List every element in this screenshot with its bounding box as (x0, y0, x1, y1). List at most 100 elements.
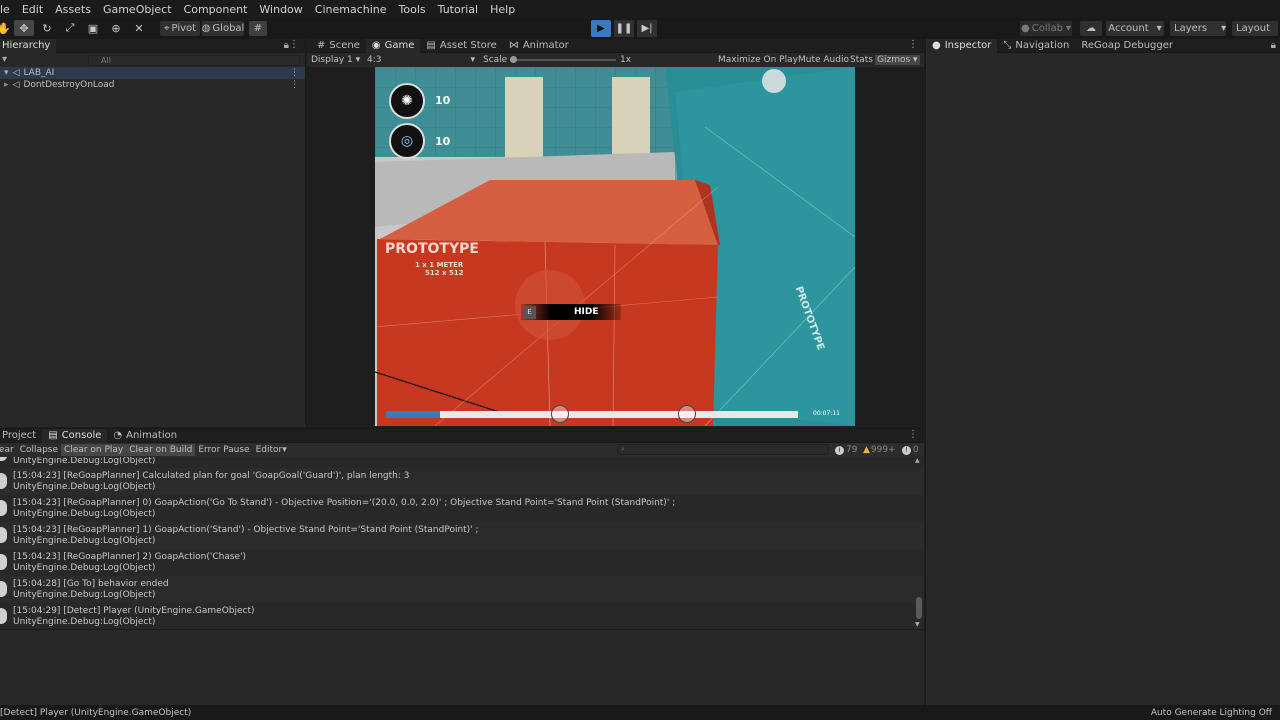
scene-icon: # (317, 40, 326, 51)
menu-tutorial[interactable]: Tutorial (432, 3, 484, 16)
more-options-icon[interactable]: ⋮ (908, 39, 918, 50)
log-line: UnityEngine.Debug:Log(Object) (13, 457, 156, 466)
inspector-panel: ● Inspector ⤡ Navigation ReGoap Debugger 🔒… (925, 38, 1280, 705)
tab-label: Project (2, 430, 37, 441)
scale-tool-icon[interactable]: ⤢ (60, 20, 80, 36)
play-button[interactable]: ▶ (591, 20, 611, 37)
tab-project[interactable]: Project (0, 429, 42, 443)
status-last-log[interactable]: [Detect] Player (UnityEngine.GameObject) (0, 708, 191, 718)
pivot-label: Pivot (171, 23, 197, 34)
menu-window[interactable]: Window (253, 3, 308, 16)
hud-timer: 00:07:11 (813, 410, 840, 417)
tab-label: Console (61, 430, 102, 441)
transform-tool-icon[interactable]: ⊕ (106, 20, 126, 36)
scroll-up-icon[interactable]: ▲ (915, 457, 920, 464)
menu-help[interactable]: Help (484, 3, 521, 16)
log-entry[interactable]: [15:04:23] [ReGoapPlanner] 1) GoapAction… (0, 522, 924, 549)
clear-button[interactable]: ear (0, 444, 17, 456)
tab-animation[interactable]: ◔ Animation (107, 429, 183, 443)
tab-inspector[interactable]: ● Inspector (926, 38, 998, 53)
log-entry-partial[interactable]: UnityEngine.Debug:Log(Object) (0, 457, 924, 468)
animator-icon: ⋈ (508, 40, 519, 51)
error-count-toggle[interactable]: ! 0 (902, 445, 919, 455)
log-entry[interactable]: [15:04:23] [ReGoapPlanner] 0) GoapAction… (0, 495, 924, 522)
move-tool-icon[interactable]: ✥ (14, 20, 34, 36)
info-count-toggle[interactable]: i 79 (835, 445, 857, 455)
log-line: [15:04:23] [ReGoapPlanner] 2) GoapAction… (13, 552, 247, 562)
scroll-down-icon[interactable]: ▼ (915, 621, 920, 628)
menu-component[interactable]: Component (178, 3, 254, 16)
stats-toggle[interactable]: Stats (850, 55, 873, 65)
global-toggle[interactable]: ◍ Global (202, 21, 244, 36)
tab-animator[interactable]: ⋈ Animator (503, 39, 575, 53)
console-scrollbar[interactable]: ▲ ▼ (915, 457, 923, 629)
mute-audio-toggle[interactable]: Mute Audio (798, 55, 849, 65)
gizmos-label: Gizmos (877, 55, 911, 65)
display-dropdown[interactable]: Display 1 ▾ (311, 55, 360, 65)
tab-label: Navigation (1015, 40, 1070, 51)
menu-tools[interactable]: Tools (393, 3, 432, 16)
menu-edit[interactable]: Edit (16, 3, 49, 16)
warning-count-toggle[interactable]: ▲ 999+ (863, 445, 896, 455)
custom-tool-icon[interactable]: ✕ (129, 20, 149, 36)
menu-cinemachine[interactable]: Cinemachine (309, 3, 393, 16)
log-entry[interactable]: [15:04:29] [Detect] Player (UnityEngine.… (0, 603, 924, 630)
console-search-input[interactable]: ⌕ (617, 444, 829, 455)
grid-snap-button[interactable]: # (249, 21, 267, 36)
menu-file[interactable]: le (0, 3, 16, 16)
scene-game-panel: # Scene ◉ Game ▤ Asset Store ⋈ Animator ⋮ Di… (307, 38, 924, 427)
tab-label: Animator (522, 40, 569, 51)
game-viewport[interactable]: ✺ 10 ◎ 10 PROTOTYPE 1 x 1 METER 512 x 51… (375, 67, 855, 426)
hierarchy-item-dontdestroyonload[interactable]: ▸ ◁ DontDestroyOnLoad ⋮ (0, 79, 305, 91)
lock-icon[interactable]: 🔒︎ (1271, 40, 1276, 51)
clear-on-play-toggle[interactable]: Clear on Play (61, 444, 127, 456)
more-options-icon[interactable]: ⋮ (289, 39, 299, 50)
console-icon: ▤ (48, 430, 58, 441)
rotate-tool-icon[interactable]: ↻ (37, 20, 57, 36)
cloud-button[interactable]: ☁ (1080, 21, 1102, 36)
scale-slider[interactable] (510, 56, 616, 63)
hand-tool-icon[interactable]: ✋ (0, 20, 14, 36)
pause-icon: ❚❚ (615, 23, 633, 34)
rect-tool-icon[interactable]: ▣ (83, 20, 103, 36)
more-options-icon[interactable]: ⋮ (290, 68, 299, 78)
hierarchy-item-lab-ai[interactable]: ▾ ◁ LAB_AI ⋮ (0, 67, 305, 79)
log-entry[interactable]: [15:04:28] [Go To] behavior ended UnityEn… (0, 576, 924, 603)
expand-arrow-icon: ▾ (4, 68, 9, 78)
log-entry[interactable]: [15:04:23] [ReGoapPlanner] 2) GoapAction… (0, 549, 924, 576)
hierarchy-search-input[interactable]: All (88, 54, 300, 66)
tab-console[interactable]: ▤ Console (42, 428, 108, 443)
account-label: Account (1108, 23, 1149, 34)
more-options-icon[interactable]: ⋮ (290, 80, 299, 90)
log-line: [15:04:29] [Detect] Player (UnityEngine.… (13, 606, 255, 616)
account-dropdown[interactable]: Account ▾ (1106, 21, 1164, 36)
add-dropdown-icon[interactable]: ▾ (2, 54, 7, 65)
layers-dropdown[interactable]: Layers ▾ (1170, 21, 1226, 36)
tab-scene[interactable]: # Scene (311, 39, 366, 53)
pause-button[interactable]: ❚❚ (614, 20, 634, 37)
tab-hierarchy[interactable]: Hierarchy (0, 38, 57, 53)
editor-dropdown[interactable]: Editor ▾ (253, 444, 290, 456)
collab-dropdown[interactable]: ● Collab ▾ (1020, 21, 1072, 36)
menu-assets[interactable]: Assets (49, 3, 97, 16)
gizmos-toggle[interactable]: Gizmos ▾ (875, 55, 920, 65)
log-stack: UnityEngine.Debug:Log(Object) (13, 590, 156, 600)
step-button[interactable]: ▶| (637, 20, 657, 37)
box-texture-sub1: 1 x 1 METER (415, 261, 464, 269)
tab-regoap-debugger[interactable]: ReGoap Debugger (1075, 39, 1179, 53)
collapse-toggle[interactable]: Collapse (17, 444, 61, 456)
pivot-toggle[interactable]: ⌖ Pivot (160, 21, 200, 36)
scrollbar-thumb[interactable] (916, 597, 922, 619)
tab-navigation[interactable]: ⤡ Navigation (997, 39, 1075, 53)
aspect-dropdown[interactable]: 4:3 ▾ (367, 55, 475, 65)
scale-slider-thumb[interactable] (510, 56, 517, 63)
more-options-icon[interactable]: ⋮ (908, 429, 918, 440)
tab-game[interactable]: ◉ Game (365, 38, 421, 53)
maximize-on-play-toggle[interactable]: Maximize On Play (718, 55, 798, 65)
menu-gameobject[interactable]: GameObject (97, 3, 178, 16)
layout-dropdown[interactable]: Layout (1232, 21, 1278, 36)
tab-asset-store[interactable]: ▤ Asset Store (420, 39, 502, 53)
log-entry[interactable]: [15:04:23] [ReGoapPlanner] Calculated pl… (0, 468, 924, 495)
error-pause-toggle[interactable]: Error Pause (195, 444, 252, 456)
clear-on-build-toggle[interactable]: Clear on Build (126, 444, 196, 456)
